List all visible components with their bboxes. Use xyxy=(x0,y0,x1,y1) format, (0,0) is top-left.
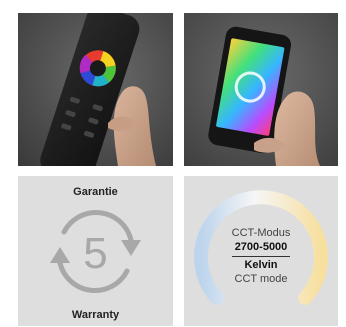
cct-unit: Kelvin xyxy=(244,259,278,271)
cct-range: 2700-5000 xyxy=(234,241,288,253)
remote-control-illustration xyxy=(18,13,173,166)
warranty-number: 5 xyxy=(83,229,107,278)
cct-tile: CCT-Modus 2700-5000 Kelvin CCT mode xyxy=(184,176,338,326)
smartphone-photo xyxy=(184,13,338,166)
cct-line-4: CCT mode xyxy=(234,273,288,285)
remote-control-photo xyxy=(18,13,173,166)
cct-divider xyxy=(232,256,290,257)
warranty-tile: Garantie 5 Warranty xyxy=(18,176,173,326)
circular-arrows-icon: 5 xyxy=(50,209,141,294)
smartphone-illustration xyxy=(184,13,338,166)
warranty-bottom-label: Warranty xyxy=(71,309,120,321)
cct-line-1: CCT-Modus xyxy=(231,227,291,239)
